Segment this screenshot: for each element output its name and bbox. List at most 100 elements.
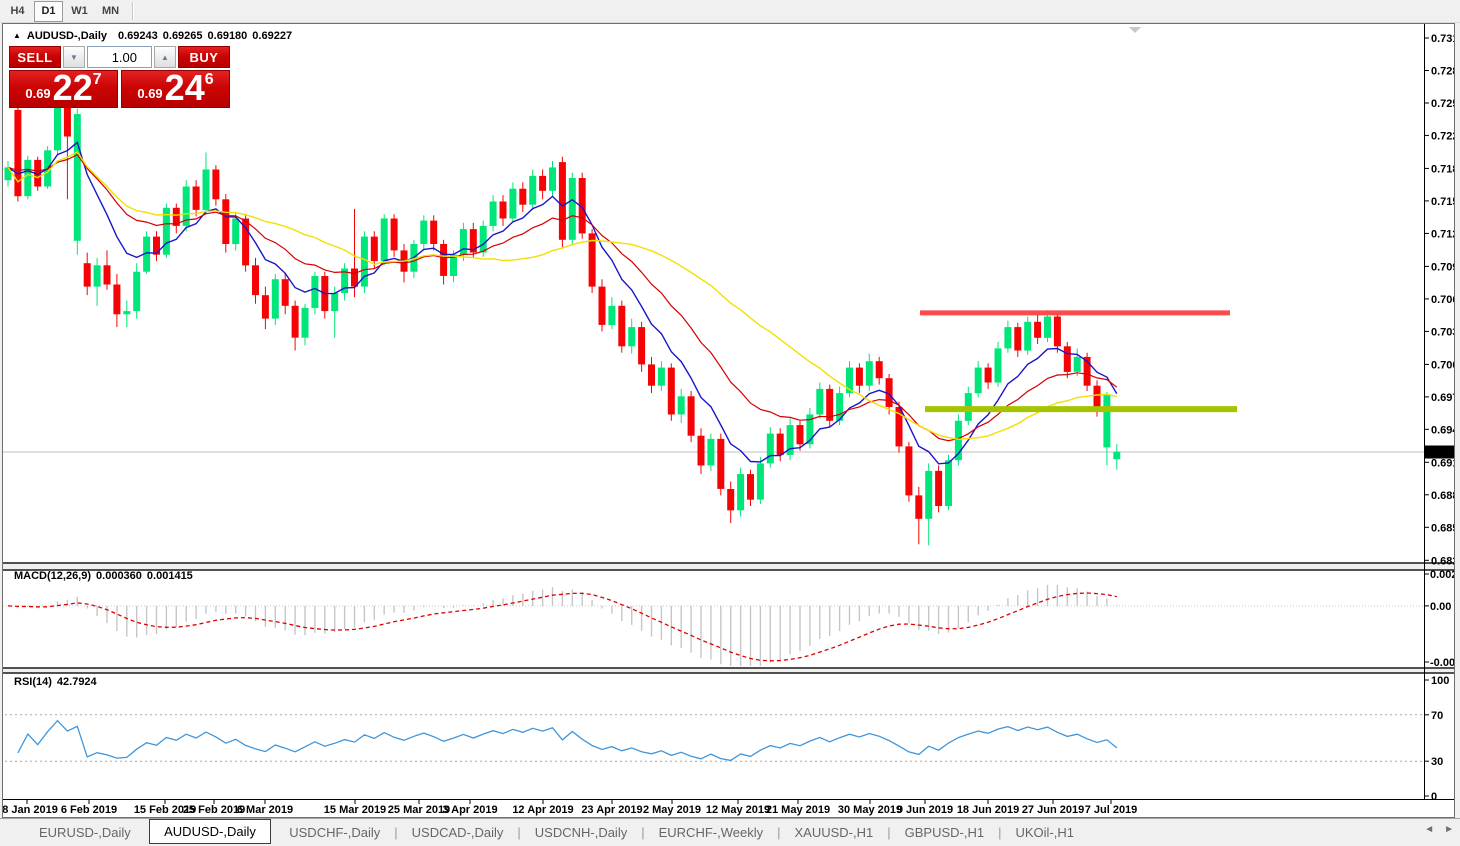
rsi-indicator-label: RSI(14) 42.7924 <box>9 676 97 688</box>
symbol-tab-usdcad[interactable]: USDCAD-,Daily <box>399 822 517 843</box>
tab-separator: | <box>777 825 781 840</box>
symbol-tabs: EURUSD-,Daily|AUDUSD-,Daily|USDCHF-,Dail… <box>26 818 1088 844</box>
timeframe-button-h4[interactable]: H4 <box>3 1 32 22</box>
tab-scrollers: ◄ ► <box>1424 824 1454 835</box>
svg-text:0.71890: 0.71890 <box>1431 163 1454 175</box>
chart-canvas[interactable]: 0.73115 0.72810 0.72505 0.72200 0.71890 0.715… <box>3 24 1454 817</box>
volume-input[interactable] <box>87 46 152 68</box>
svg-text:0.72505: 0.72505 <box>1431 98 1454 110</box>
svg-text:9 Jun 2019: 9 Jun 2019 <box>897 804 953 816</box>
svg-text:0.73115: 0.73115 <box>1431 33 1454 45</box>
svg-text:21 May 2019: 21 May 2019 <box>766 804 830 816</box>
symbol-tab-eurusd[interactable]: EURUSD-,Daily <box>26 822 144 843</box>
tab-separator: | <box>998 825 1002 840</box>
symbol-tab-bar: EURUSD-,Daily|AUDUSD-,Daily|USDCHF-,Dail… <box>0 818 1460 846</box>
sell-price-button[interactable]: 0.69 22 7 <box>9 70 118 108</box>
tab-separator: | <box>517 825 521 840</box>
svg-text:0.68520: 0.68520 <box>1431 522 1454 534</box>
svg-text:0.69130: 0.69130 <box>1431 457 1454 469</box>
tab-separator: | <box>641 825 645 840</box>
svg-text:0.68825: 0.68825 <box>1431 490 1454 502</box>
svg-text:6 Feb 2019: 6 Feb 2019 <box>61 804 117 816</box>
chart-symbol-label: AUDUSD-,Daily <box>26 30 107 42</box>
trading-terminal: { "toolbar": {"buttons": ["H4", "D1", "W… <box>0 0 1460 846</box>
symbol-tab-ukoil[interactable]: UKOil-,H1 <box>1003 822 1088 843</box>
sell-button[interactable]: SELL <box>9 46 61 68</box>
svg-text:0.002984: 0.002984 <box>1430 569 1454 581</box>
symbol-tab-usdcnh[interactable]: USDCNH-,Daily <box>522 822 640 843</box>
svg-text:0.70970: 0.70970 <box>1431 261 1454 273</box>
tab-separator: | <box>887 825 891 840</box>
ohlc-low: 0.69180 <box>207 30 248 42</box>
chart-window: 0.73115 0.72810 0.72505 0.72200 0.71890 0.715… <box>2 23 1455 818</box>
timeframe-button-mn[interactable]: MN <box>96 1 125 22</box>
timeframe-button-w1[interactable]: W1 <box>65 1 94 22</box>
ohlc-high: 0.69265 <box>162 30 203 42</box>
buy-price-button[interactable]: 0.69 24 6 <box>121 70 230 108</box>
tab-separator: | <box>394 825 398 840</box>
macd-name: MACD(12,26,9) <box>14 570 92 582</box>
buy-price-prefix: 0.69 <box>137 86 163 101</box>
rsi-name: RSI(14) <box>14 676 52 688</box>
symbol-tab-eurchf[interactable]: EURCHF-,Weekly <box>646 822 777 843</box>
svg-text:12 Apr 2019: 12 Apr 2019 <box>512 804 573 816</box>
sell-price-prefix: 0.69 <box>25 86 51 101</box>
chart-title-bar: ▲ AUDUSD-,Daily 0.69243 0.69265 0.69180 0.6… <box>13 30 292 42</box>
svg-text:100: 100 <box>1431 675 1449 687</box>
symbol-tab-xauusd[interactable]: XAUUSD-,H1 <box>782 822 887 843</box>
buy-button[interactable]: BUY <box>178 46 230 68</box>
svg-text:0.00: 0.00 <box>1430 601 1451 613</box>
buy-price-pip: 6 <box>204 71 214 88</box>
svg-text:70: 70 <box>1431 710 1443 722</box>
symbol-marker-icon: ▲ <box>13 31 21 40</box>
svg-text:0.71280: 0.71280 <box>1431 228 1454 240</box>
svg-text:0.69440: 0.69440 <box>1431 424 1454 436</box>
rsi-value: 42.7924 <box>56 676 97 688</box>
svg-text:7 Jul 2019: 7 Jul 2019 <box>1085 804 1138 816</box>
timeframe-button-d1[interactable]: D1 <box>34 0 63 22</box>
svg-text:12 May 2019: 12 May 2019 <box>706 804 770 816</box>
tab-scroll-right-icon[interactable]: ► <box>1444 824 1454 835</box>
toolbar-separator <box>132 2 134 20</box>
svg-text:0: 0 <box>1431 791 1437 803</box>
svg-text:0.70665: 0.70665 <box>1431 294 1454 306</box>
svg-text:15 Mar 2019: 15 Mar 2019 <box>324 804 386 816</box>
symbol-tab-gbpusd[interactable]: GBPUSD-,H1 <box>892 822 997 843</box>
macd-value-main: 0.000360 <box>96 570 142 582</box>
macd-value-signal: 0.001415 <box>146 570 193 582</box>
svg-text:30: 30 <box>1431 756 1443 768</box>
timeframe-buttons: H4 D1 W1 MN <box>2 0 126 22</box>
svg-text:25 Feb 2019: 25 Feb 2019 <box>183 804 245 816</box>
svg-text:27 Jun 2019: 27 Jun 2019 <box>1022 804 1084 816</box>
volume-increase-button[interactable]: ▲ <box>154 46 176 68</box>
svg-text:-0.00525: -0.00525 <box>1430 657 1454 669</box>
svg-text:0.72810: 0.72810 <box>1431 66 1454 78</box>
svg-text:0.70050: 0.70050 <box>1431 359 1454 371</box>
buy-price-big: 24 <box>164 67 205 109</box>
tab-scroll-left-icon[interactable]: ◄ <box>1424 824 1434 835</box>
svg-text:0.72200: 0.72200 <box>1431 130 1454 142</box>
symbol-tab-usdchf[interactable]: USDCHF-,Daily <box>276 822 393 843</box>
sell-price-pip: 7 <box>92 71 102 88</box>
svg-text:0.69745: 0.69745 <box>1431 392 1454 404</box>
timeframe-toolbar: H4 D1 W1 MN <box>0 0 1460 23</box>
ohlc-values: 0.69243 0.69265 0.69180 0.69227 <box>113 30 292 42</box>
ohlc-open: 0.69243 <box>118 30 158 42</box>
svg-text:3 Apr 2019: 3 Apr 2019 <box>442 804 497 816</box>
sell-price-big: 22 <box>52 67 93 109</box>
svg-text:6 Mar 2019: 6 Mar 2019 <box>237 804 293 816</box>
volume-decrease-button[interactable]: ▼ <box>63 46 85 68</box>
svg-text:25 Mar 2019: 25 Mar 2019 <box>388 804 450 816</box>
symbol-tab-audusd[interactable]: AUDUSD-,Daily <box>149 818 271 844</box>
macd-indicator-label: MACD(12,26,9) 0.000360 0.001415 <box>9 570 193 582</box>
one-click-trade-panel: SELL ▼ ▲ BUY 0.69 22 7 0.69 24 6 <box>9 46 230 108</box>
svg-text:18 Jun 2019: 18 Jun 2019 <box>957 804 1019 816</box>
svg-text:0.68210: 0.68210 <box>1431 555 1454 567</box>
svg-text:0.71585: 0.71585 <box>1431 196 1454 208</box>
svg-text:28 Jan 2019: 28 Jan 2019 <box>3 804 58 816</box>
svg-text:30 May 2019: 30 May 2019 <box>838 804 902 816</box>
svg-text:0.69227: 0.69227 <box>1427 447 1455 459</box>
svg-text:23 Apr 2019: 23 Apr 2019 <box>581 804 642 816</box>
ohlc-close: 0.69227 <box>252 30 293 42</box>
svg-text:2 May 2019: 2 May 2019 <box>643 804 701 816</box>
